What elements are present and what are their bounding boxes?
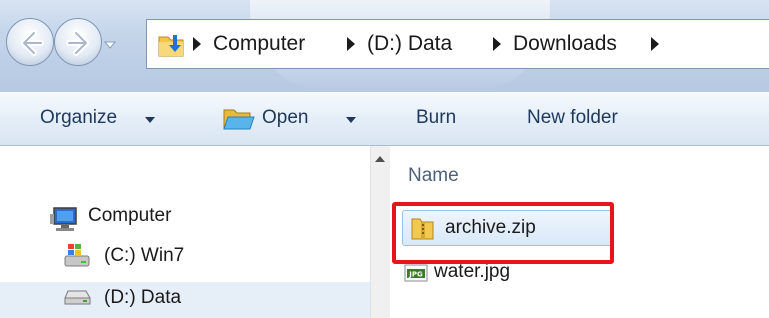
- breadcrumb-separator-icon[interactable]: [493, 37, 501, 51]
- nav-item-computer[interactable]: Computer: [88, 205, 171, 227]
- back-arrow-icon: [21, 30, 44, 56]
- open-dropdown-icon[interactable]: [346, 117, 356, 123]
- breadcrumb-separator-icon[interactable]: [193, 37, 201, 51]
- recent-pages-dropdown[interactable]: [104, 40, 116, 50]
- organize-dropdown-icon[interactable]: [145, 117, 155, 123]
- svg-text:JPG: JPG: [408, 271, 423, 279]
- nav-item-c-win7[interactable]: (C:) Win7: [104, 245, 184, 267]
- back-button[interactable]: [6, 18, 54, 66]
- annotation-highlight-box: [392, 202, 614, 264]
- command-toolbar: Organize Open Burn New folder: [0, 92, 769, 146]
- breadcrumb-separator-icon[interactable]: [347, 37, 355, 51]
- folder-download-icon: [158, 35, 184, 57]
- scroll-up-arrow-icon[interactable]: [375, 156, 385, 162]
- forward-arrow-icon: [66, 30, 89, 56]
- address-bar[interactable]: Computer (D:) Data Downloads: [146, 19, 769, 69]
- open-button[interactable]: Open: [262, 107, 308, 129]
- file-name: water.jpg: [434, 261, 511, 282]
- nav-scrollbar[interactable]: [370, 146, 390, 318]
- organize-button[interactable]: Organize: [40, 107, 117, 129]
- breadcrumb-computer[interactable]: Computer: [213, 32, 305, 56]
- column-header-name[interactable]: Name: [408, 165, 459, 187]
- burn-button[interactable]: Burn: [416, 107, 456, 129]
- nav-item-d-data[interactable]: (D:) Data: [104, 287, 181, 309]
- computer-icon: [50, 207, 77, 231]
- title-bar: Computer (D:) Data Downloads: [0, 0, 769, 92]
- windows-drive-icon: [64, 244, 90, 267]
- breadcrumb-d-data[interactable]: (D:) Data: [367, 32, 452, 56]
- breadcrumb-downloads[interactable]: Downloads: [513, 32, 617, 56]
- breadcrumb-separator-icon[interactable]: [651, 37, 659, 51]
- nav-selected-highlight: [0, 282, 370, 318]
- drive-icon: [64, 290, 91, 305]
- new-folder-button[interactable]: New folder: [527, 107, 618, 129]
- open-folder-icon[interactable]: [222, 106, 256, 132]
- forward-button[interactable]: [54, 18, 102, 66]
- jpg-file-icon: JPG: [404, 264, 428, 282]
